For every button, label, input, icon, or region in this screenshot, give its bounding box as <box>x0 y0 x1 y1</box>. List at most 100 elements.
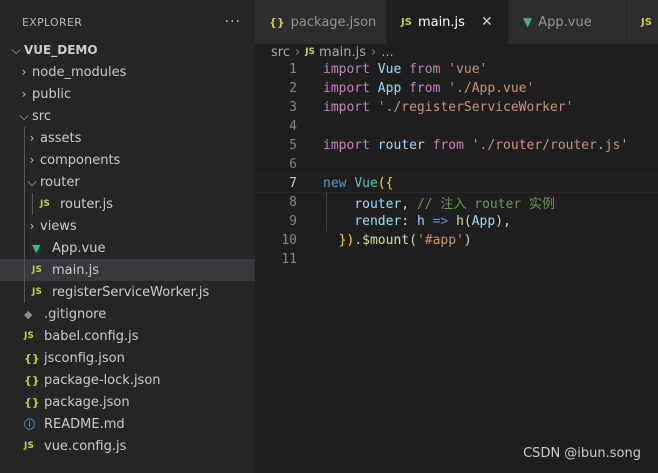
tree-item-label: vue.config.js <box>44 438 127 454</box>
tab-label: package.json <box>290 14 377 30</box>
code-line[interactable]: 2 import App from './App.vue' <box>255 79 658 98</box>
explorer-sidebar: EXPLORER ··· ⌵ VUE_DEMO › node_modules › publ… <box>0 0 255 473</box>
code-token: . <box>354 233 363 248</box>
code-line[interactable]: 6 <box>255 155 658 174</box>
tree-folder[interactable]: ⌵ router <box>0 171 255 193</box>
tree-folder[interactable]: › assets <box>0 127 255 149</box>
tree-file[interactable]: {} jsconfig.json <box>0 347 255 369</box>
tree-file[interactable]: JS main.js <box>0 259 255 281</box>
code-line[interactable]: 1 import Vue from 'vue' <box>255 60 658 79</box>
tree-item-label: components <box>40 152 121 168</box>
code-token: render <box>354 214 402 229</box>
code-token: App <box>377 81 402 96</box>
file-tree: ⌵ VUE_DEMO › node_modules › public ⌵ src › assets… <box>0 39 255 457</box>
tree-folder[interactable]: › views <box>0 215 255 237</box>
code-token: h <box>416 214 425 229</box>
code-line[interactable]: 9 render: h => h(App), <box>255 212 658 231</box>
tree-file[interactable]: ◆ .gitignore <box>0 303 255 325</box>
json-file-icon: {} <box>24 395 40 409</box>
breadcrumb-symbols[interactable]: ... <box>381 45 393 60</box>
tab-main-js[interactable]: JS main.js ✕ <box>387 0 509 44</box>
tree-folder[interactable]: › public <box>0 83 255 105</box>
line-number: 9 <box>289 214 297 229</box>
code-text: new Vue({ <box>323 176 393 191</box>
breadcrumb-folder[interactable]: src <box>271 45 290 60</box>
vue-file-icon: ▼ <box>32 241 41 255</box>
code-token: 'vue' <box>448 62 488 77</box>
tree-item-label: registerServiceWorker.js <box>52 284 210 300</box>
breadcrumb-file[interactable]: main.js <box>319 45 366 60</box>
chevron-right-icon[interactable]: › <box>16 87 32 101</box>
tab-overflow[interactable]: JS <box>627 0 658 44</box>
code-line[interactable]: 11 <box>255 250 658 269</box>
chevron-right-icon[interactable]: › <box>24 219 40 233</box>
code-token: from <box>409 62 441 77</box>
code-token: }) <box>338 233 355 248</box>
tree-folder[interactable]: › components <box>0 149 255 171</box>
more-actions-icon[interactable]: ··· <box>225 14 241 30</box>
git-file-icon: ◆ <box>24 307 33 321</box>
code-line[interactable]: 4 <box>255 117 658 136</box>
tree-file[interactable]: {} package-lock.json <box>0 369 255 391</box>
code-text: import './registerServiceWorker' <box>323 100 573 115</box>
tree-file[interactable]: JS registerServiceWorker.js <box>0 281 255 303</box>
code-line[interactable]: 3 import './registerServiceWorker' <box>255 98 658 117</box>
js-file-icon: JS <box>305 47 316 57</box>
code-token: ({ <box>377 176 394 191</box>
explorer-header: EXPLORER ··· <box>0 0 255 44</box>
code-editor[interactable]: 1 import Vue from 'vue' 2 import App from '… <box>255 60 658 473</box>
chevron-down-icon[interactable]: ⌵ <box>8 43 24 58</box>
line-number: 3 <box>289 100 297 115</box>
breadcrumb: src › JS main.js › ... <box>255 44 658 60</box>
code-line[interactable]: 10 }).$mount('#app') <box>255 231 658 250</box>
code-text: import Vue from 'vue' <box>323 62 487 77</box>
tree-item-label: src <box>32 108 51 124</box>
tree-file[interactable]: JS router.js <box>0 193 255 215</box>
tree-folder[interactable]: › node_modules <box>0 61 255 83</box>
chevron-down-icon[interactable]: ⌵ <box>24 175 40 190</box>
tree-file[interactable]: ▼ App.vue <box>0 237 255 259</box>
chevron-down-icon[interactable]: ⌵ <box>16 109 32 124</box>
code-token: ) <box>463 233 472 248</box>
tree-folder[interactable]: ⌵ src <box>0 105 255 127</box>
line-number: 5 <box>289 138 297 153</box>
tree-file[interactable]: JS babel.config.js <box>0 325 255 347</box>
tree-folder[interactable]: ⌵ VUE_DEMO <box>0 39 255 61</box>
code-line[interactable]: 7 new Vue({ <box>255 174 658 193</box>
tree-file[interactable]: JS vue.config.js <box>0 435 255 457</box>
json-file-icon: {} <box>24 373 40 387</box>
tree-item-label: jsconfig.json <box>44 350 125 366</box>
js-file-icon: JS <box>32 265 42 275</box>
line-number: 7 <box>289 176 297 191</box>
chevron-right-icon[interactable]: › <box>24 153 40 167</box>
tree-file[interactable]: {} package.json <box>0 391 255 413</box>
code-token: './router/router.js' <box>471 138 629 153</box>
editor-tab-bar: {} package.json JS main.js ✕ ▼ App.vue JS <box>255 0 658 44</box>
tree-item-label: assets <box>40 130 82 146</box>
tab-app-vue[interactable]: ▼ App.vue <box>509 0 627 44</box>
code-text: router, // 注入 router 实例 <box>323 193 555 212</box>
code-line[interactable]: 8 router, // 注入 router 实例 <box>255 193 658 212</box>
chevron-right-icon[interactable]: › <box>24 131 40 145</box>
code-token: import <box>323 62 370 77</box>
code-token: Vue <box>354 176 378 191</box>
tab-package-json[interactable]: {} package.json <box>255 0 387 44</box>
code-line[interactable]: 5 import router from './router/router.js' <box>255 136 658 155</box>
code-token: : <box>401 214 417 229</box>
tree-file[interactable]: ⓘ README.md <box>0 413 255 435</box>
close-icon[interactable]: ✕ <box>481 14 493 30</box>
code-text: render: h => h(App), <box>323 214 511 229</box>
indent-guide <box>24 259 25 281</box>
info-file-icon: ⓘ <box>24 418 35 431</box>
chevron-right-icon[interactable]: › <box>16 65 32 79</box>
